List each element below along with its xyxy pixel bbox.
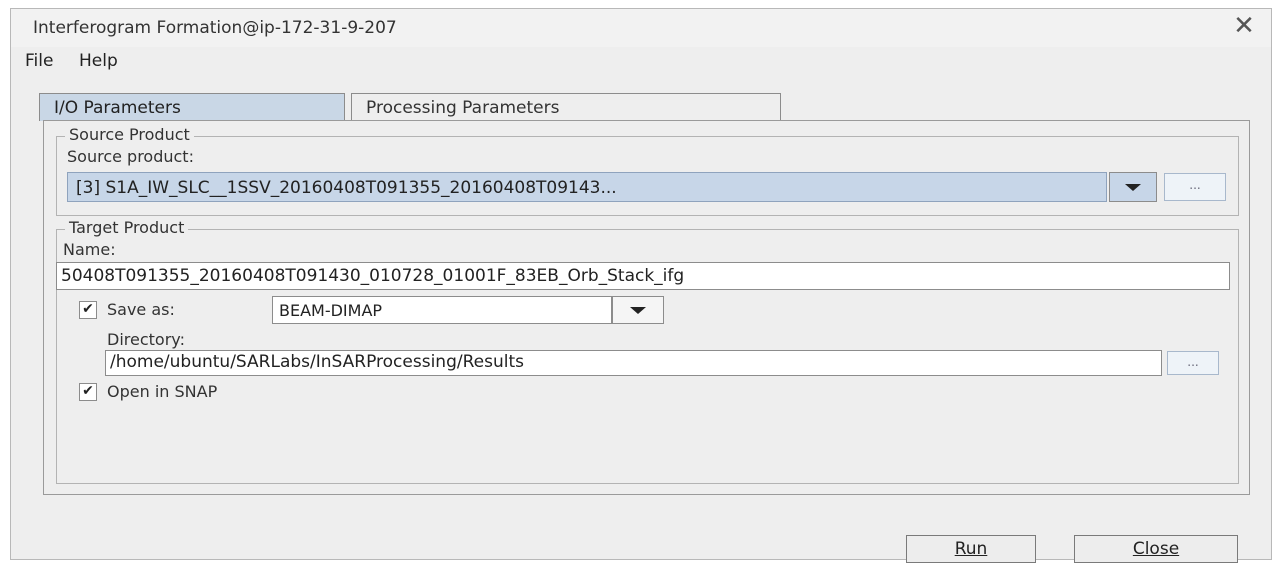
directory-label: Directory:	[107, 330, 185, 349]
checkmark-icon: ✔	[82, 383, 94, 399]
tab-processing-label: Processing Parameters	[366, 98, 560, 118]
io-parameters-panel: Source Product Source product: [3] S1A_I…	[43, 120, 1250, 495]
title-bar: Interferogram Formation@ip-172-31-9-207 …	[11, 9, 1271, 47]
source-product-value: [3] S1A_IW_SLC__1SSV_20160408T091355_201…	[76, 178, 617, 198]
source-product-select[interactable]: [3] S1A_IW_SLC__1SSV_20160408T091355_201…	[67, 172, 1107, 202]
window-title: Interferogram Formation@ip-172-31-9-207	[33, 18, 397, 38]
save-as-format-dropdown-button[interactable]	[612, 296, 664, 324]
target-product-group-label: Target Product	[65, 218, 189, 237]
source-product-label: Source product:	[67, 147, 194, 166]
open-in-snap-label: Open in SNAP	[107, 382, 218, 401]
save-as-label: Save as:	[107, 300, 175, 319]
source-product-dropdown-button[interactable]	[1109, 172, 1157, 202]
source-product-group-label: Source Product	[65, 125, 194, 144]
target-name-field[interactable]: 50408T091355_20160408T091430_010728_0100…	[56, 262, 1230, 290]
tab-io-label: I/O Parameters	[54, 98, 181, 118]
menu-file[interactable]: File	[25, 51, 53, 71]
target-product-group: Target Product Name: 50408T091355_201604…	[56, 218, 1239, 484]
menu-bar: File Help	[11, 49, 1271, 77]
source-product-group: Source Product Source product: [3] S1A_I…	[56, 125, 1239, 216]
run-button[interactable]: Run	[906, 535, 1036, 563]
directory-browse-button[interactable]: ...	[1167, 351, 1219, 375]
close-button-label: Close	[1132, 539, 1180, 559]
run-button-label: Run	[954, 539, 988, 559]
menu-help[interactable]: Help	[79, 51, 118, 71]
open-in-snap-checkbox[interactable]: ✔	[79, 383, 97, 401]
directory-field[interactable]: /home/ubuntu/SARLabs/InSARProcessing/Res…	[105, 350, 1162, 376]
target-name-label: Name:	[63, 240, 116, 259]
source-product-browse-button[interactable]: ...	[1164, 173, 1226, 201]
save-as-format-select[interactable]: BEAM-DIMAP	[272, 296, 612, 324]
checkmark-icon: ✔	[82, 301, 94, 317]
close-button[interactable]: Close	[1074, 535, 1238, 563]
save-as-checkbox[interactable]: ✔	[79, 301, 97, 319]
save-as-format-value: BEAM-DIMAP	[279, 301, 383, 320]
dialog-window: Interferogram Formation@ip-172-31-9-207 …	[10, 8, 1272, 563]
tab-processing-parameters[interactable]: Processing Parameters	[351, 93, 781, 121]
tab-io-parameters[interactable]: I/O Parameters	[39, 93, 345, 121]
close-icon[interactable]: ✕	[1231, 13, 1257, 39]
